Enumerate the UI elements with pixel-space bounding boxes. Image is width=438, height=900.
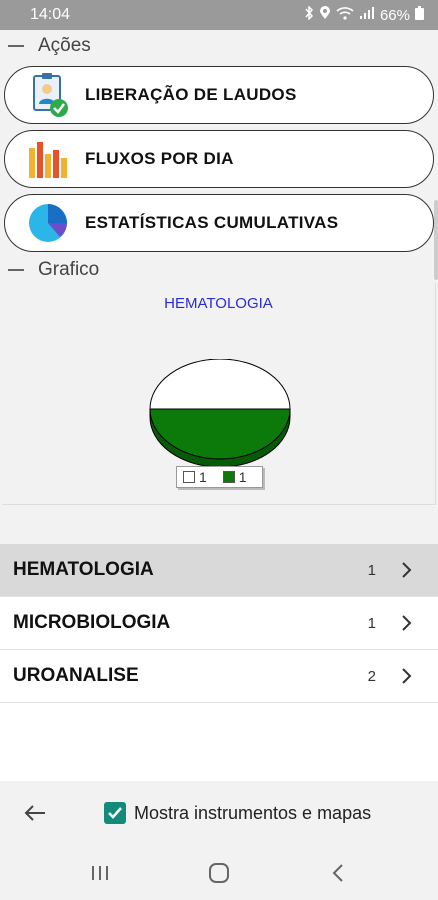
back-arrow-button[interactable] [0,781,70,845]
legend-swatch-white [183,471,195,483]
list-item-label: UROANALISE [13,665,139,686]
list-item-count: 2 [367,667,376,685]
daily-flows-button[interactable]: FLUXOS POR DIA [4,130,434,188]
check-icon [108,807,122,819]
list-item-microbiologia[interactable]: MICROBIOLOGIA 1 [0,597,438,650]
list-item-label: HEMATOLOGIA [13,559,154,580]
bottom-bar: Mostra instrumentos e mapas [0,781,438,845]
bar-chart-icon [25,136,71,182]
release-reports-button[interactable]: LIBERAÇÃO DE LAUDOS [4,66,434,124]
section-header-grafico[interactable]: Grafico [0,256,438,284]
collapse-icon [8,269,24,271]
chevron-right-icon [394,611,418,635]
recent-apps-button[interactable] [80,853,120,893]
list-item-hematologia[interactable]: HEMATOLOGIA 1 [0,544,438,597]
back-chevron-icon [332,863,344,882]
wifi-icon [336,6,354,24]
list-item-uroanalise[interactable]: UROANALISE 2 [0,650,438,703]
status-icons: 66% [304,5,424,24]
pie-chart [149,359,291,468]
report-approval-icon [25,72,71,118]
release-reports-label: LIBERAÇÃO DE LAUDOS [85,85,297,104]
pie-chart-icon [25,200,71,246]
collapse-icon [8,45,24,47]
show-instruments-checkbox[interactable] [104,802,126,824]
show-instruments-label[interactable]: Mostra instrumentos e mapas [134,803,371,824]
legend-value: 1 [199,469,207,485]
system-back-button[interactable] [318,853,358,893]
daily-flows-label: FLUXOS POR DIA [85,149,234,168]
chevron-right-icon [394,664,418,688]
list-item-count: 1 [367,561,376,579]
chevron-right-icon [394,558,418,582]
status-time: 14:04 [30,6,71,23]
list-empty-area [0,703,438,781]
battery-icon [415,6,424,24]
list-item-label: MICROBIOLOGIA [13,612,171,633]
home-button[interactable] [199,853,239,893]
chart-title: HEMATOLOGIA [164,295,273,312]
cumulative-stats-label: ESTATÍSTICAS CUMULATIVAS [85,213,339,232]
bluetooth-icon [304,5,314,24]
location-icon [319,6,331,24]
home-icon [208,862,229,883]
section-header-acoes[interactable]: Ações [0,32,438,60]
chart-legend: 1 1 [176,466,263,488]
section-title: Ações [38,35,91,56]
pie-slice-white [149,359,291,410]
cumulative-stats-button[interactable]: ESTATÍSTICAS CUMULATIVAS [4,194,434,252]
battery-level: 66% [379,6,410,24]
section-title: Grafico [38,259,100,280]
status-bar: 14:04 66% [0,0,438,30]
legend-swatch-green [222,471,235,483]
legend-value: 1 [238,469,247,485]
system-nav-bar [0,845,438,900]
list-item-count: 1 [367,614,376,632]
back-arrow-icon [24,805,45,821]
recent-apps-icon [91,865,108,880]
signal-icon [359,6,375,24]
